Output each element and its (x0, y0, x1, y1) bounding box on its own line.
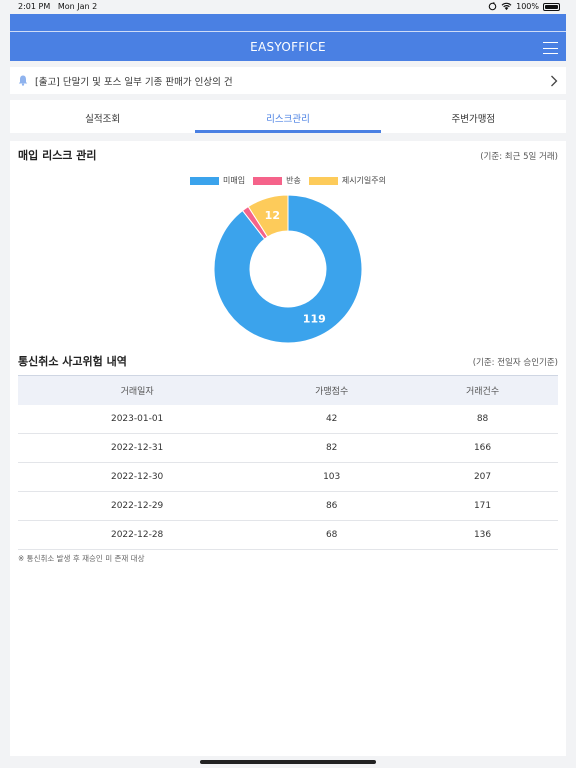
cancel-section-title: 통신취소 사고위험 내역 (18, 355, 127, 368)
table-footnote: ※ 통신취소 발생 후 재승인 미 존재 대상 (18, 554, 145, 563)
risk-section: 매입 리스크 관리 (기준: 최근 5일 거래) 미매입 반송 제시기일주의 1… (10, 141, 566, 349)
spacer (10, 133, 566, 141)
table-cell: 171 (407, 491, 558, 521)
table-cell: 2022-12-28 (18, 520, 257, 550)
table-cell: 88 (407, 404, 558, 434)
tab-nearby-merchants[interactable]: 주변가맹점 (381, 100, 566, 133)
chart-legend: 미매입 반송 제시기일주의 (10, 175, 566, 186)
legend-label: 반송 (286, 176, 301, 185)
table-cell: 2022-12-31 (18, 433, 257, 463)
home-indicator (200, 760, 376, 764)
cancel-section: 통신취소 사고위험 내역 (기준: 전일자 승인기준) 거래일자 가맹점수 거래… (10, 353, 566, 567)
status-bar: 2:01 PM Mon Jan 2 100% (0, 0, 576, 14)
donut-data-label: 119 (303, 312, 326, 325)
header: EASYOFFICE (10, 31, 566, 61)
cancel-table: 거래일자 가맹점수 거래건수 2023-01-01 42 88 2022-12-… (18, 375, 558, 550)
legend-label: 미매입 (223, 176, 246, 185)
table-row: 2022-12-28 68 136 (18, 520, 558, 550)
battery-percent: 100% (516, 2, 539, 11)
status-time: 2:01 PM Mon Jan 2 (18, 2, 98, 11)
hamburger-menu-icon[interactable] (543, 42, 558, 54)
cancel-section-note: (기준: 전일자 승인기준) (472, 358, 558, 368)
table-header-row: 거래일자 가맹점수 거래건수 (18, 375, 558, 405)
tab-performance[interactable]: 실적조회 (10, 100, 195, 133)
table-cell: 2023-01-01 (18, 404, 257, 434)
table-cell: 166 (407, 433, 558, 463)
cancel-section-header: 통신취소 사고위험 내역 (기준: 전일자 승인기준) (10, 353, 566, 369)
notice-text: [출고] 단말기 및 포스 일부 기종 판매가 인상의 건 (35, 76, 233, 88)
table-cell: 2022-12-30 (18, 462, 257, 492)
table-row: 2022-12-29 86 171 (18, 491, 558, 521)
table-cell: 86 (256, 491, 408, 521)
table-row: 2022-12-31 82 166 (18, 433, 558, 463)
wifi-icon (501, 2, 512, 11)
notice-banner[interactable]: [출고] 단말기 및 포스 일부 기종 판매가 인상의 건 (10, 67, 566, 94)
top-strip (10, 14, 566, 31)
app-title: EASYOFFICE (250, 40, 326, 54)
table-cell: 207 (407, 462, 558, 492)
table-cell: 2022-12-29 (18, 491, 257, 521)
donut-chart: 119 12 (213, 194, 363, 344)
risk-section-header: 매입 리스크 관리 (기준: 최근 5일 거래) (10, 147, 566, 163)
bell-icon (18, 75, 28, 86)
table-row: 2023-01-01 42 88 (18, 404, 558, 434)
table-cell: 68 (256, 520, 408, 550)
column-header: 거래건수 (465, 386, 500, 397)
legend-swatch (253, 176, 283, 185)
column-header: 가맹점수 (315, 386, 349, 397)
risk-section-note: (기준: 최근 5일 거래) (480, 152, 558, 162)
legend-swatch (190, 176, 219, 185)
table-cell: 42 (256, 404, 408, 434)
legend-item: 미매입 (190, 175, 245, 186)
battery-icon (543, 2, 560, 11)
legend-label: 제시기일주의 (341, 176, 386, 185)
tab-risk[interactable]: 리스크관리 (195, 100, 381, 133)
table-cell: 82 (256, 433, 408, 463)
column-header: 거래일자 (120, 386, 154, 397)
donut-chart-wrap: 119 12 (10, 189, 566, 349)
table-cell: 136 (407, 520, 558, 550)
app-window: EASYOFFICE [출고] 단말기 및 포스 일부 기종 판매가 인상의 건… (10, 14, 566, 756)
donut-data-label: 12 (265, 209, 280, 222)
legend-swatch (308, 176, 338, 185)
table-cell: 103 (256, 462, 408, 492)
tab-bar: 실적조회 리스크관리 주변가맹점 (10, 100, 566, 133)
table-row: 2022-12-30 103 207 (18, 462, 558, 492)
chevron-right-icon (551, 75, 558, 86)
legend-item: 제시기일주의 (308, 175, 386, 186)
orientation-lock-icon (488, 2, 497, 11)
risk-section-title: 매입 리스크 관리 (18, 149, 97, 162)
legend-item: 반송 (253, 175, 301, 186)
status-right: 100% (488, 2, 560, 11)
